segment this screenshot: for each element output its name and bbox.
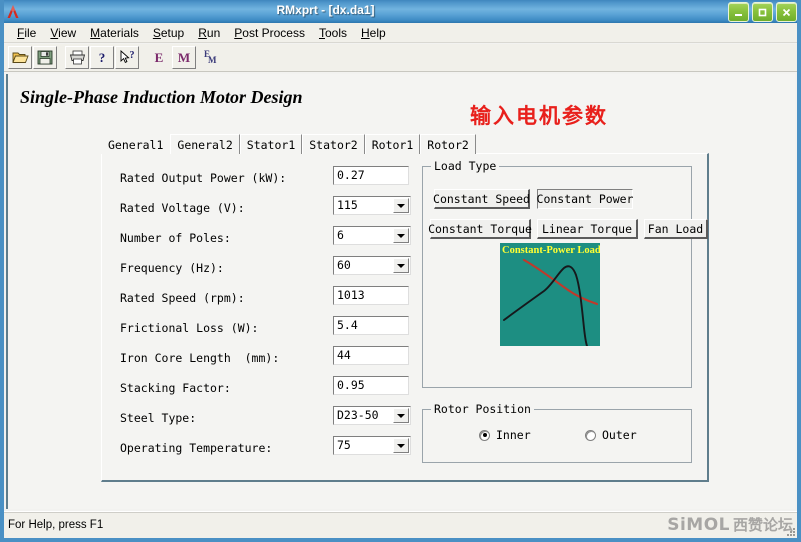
window-frame (0, 0, 801, 542)
rmxprt-window: RMxprt - [dx.da1] File View Materials Se… (0, 0, 801, 542)
tab-stator1[interactable]: Stator1 (239, 134, 303, 154)
tab-general1[interactable]: General1 (101, 133, 171, 154)
tab-rotor1[interactable]: Rotor1 (364, 134, 421, 154)
tab-stator2[interactable]: Stator2 (302, 134, 365, 154)
tab-general2[interactable]: General2 (170, 134, 240, 154)
tab-rotor2[interactable]: Rotor2 (420, 134, 476, 154)
tab-strip: General1 General2 Stator1 Stator2 Rotor1… (101, 133, 476, 154)
load-curve-caption: Constant-Power Load (502, 245, 600, 256)
